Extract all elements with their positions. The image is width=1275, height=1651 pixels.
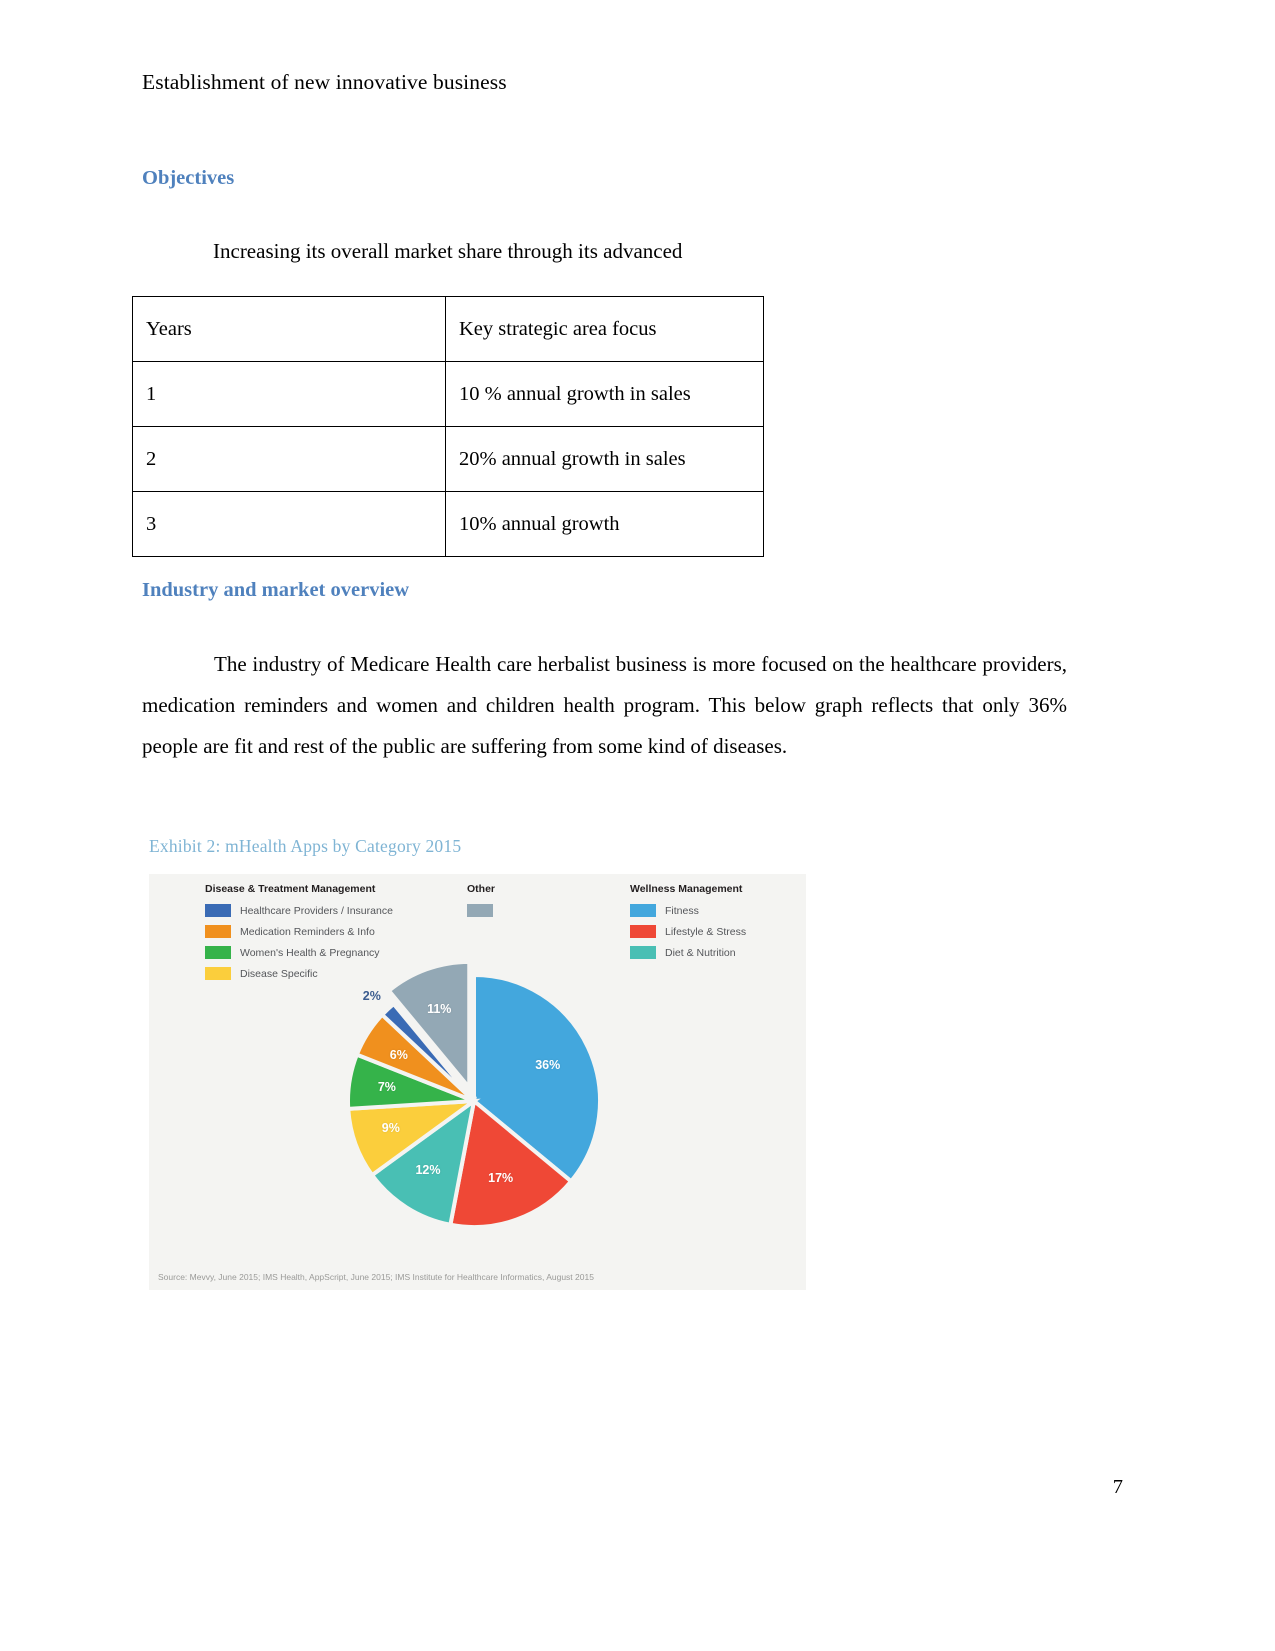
industry-overview-heading: Industry and market overview [142, 579, 410, 601]
pie-slice-label: 11% [427, 1001, 452, 1016]
table-cell-year: 3 [132, 491, 446, 557]
industry-overview-paragraph: The industry of Medicare Health care her… [142, 652, 1067, 758]
table-row: 3 10% annual growth [132, 491, 764, 557]
exhibit-title: Exhibit 2: mHealth Apps by Category 2015 [149, 836, 462, 856]
legend-item-label: Lifestyle & Stress [665, 925, 747, 938]
pie-slice-label: 17% [488, 1171, 514, 1186]
pie-slice-label: 6% [389, 1048, 408, 1063]
page-number: 7 [1112, 1476, 1123, 1498]
objectives-intro-paragraph: Increasing its overall market share thro… [213, 239, 683, 263]
legend-item [467, 904, 502, 917]
chart-source-note: Source: Mevvy, June 2015; IMS Health, Ap… [158, 1272, 594, 1282]
table-cell-year: 1 [132, 361, 446, 427]
legend-group-heading: Wellness Management [630, 883, 743, 895]
document-page: Establishment of new innovative business… [0, 0, 1275, 1651]
legend-item-label: Fitness [665, 904, 699, 917]
legend-color-swatch [205, 967, 231, 980]
table-row: 2 20% annual growth in sales [132, 426, 764, 492]
document-header: Establishment of new innovative business [142, 70, 507, 94]
pie-slice-label: 7% [377, 1079, 396, 1094]
legend-item: Healthcare Providers / Insurance [205, 904, 393, 917]
legend-color-swatch [205, 925, 231, 938]
pie-slice-label: 2% [362, 989, 381, 1004]
pie-slice-label: 36% [535, 1057, 561, 1072]
legend-item: Diet & Nutrition [630, 946, 746, 959]
table-header-cell-focus: Key strategic area focus [445, 296, 764, 362]
legend-color-swatch [467, 904, 493, 917]
table-header-row: Years Key strategic area focus [132, 296, 764, 362]
legend-color-swatch [205, 946, 231, 959]
legend-item: Fitness [630, 904, 746, 917]
legend-color-swatch [630, 925, 656, 938]
legend-color-swatch [205, 904, 231, 917]
table-row: 1 10 % annual growth in sales [132, 361, 764, 427]
objectives-table: Years Key strategic area focus 1 10 % an… [132, 296, 764, 557]
pie-chart-exhibit: Disease & Treatment Management Healthcar… [149, 874, 806, 1290]
legend-item-label: Diet & Nutrition [665, 946, 736, 959]
legend-item-label: Healthcare Providers / Insurance [240, 904, 393, 917]
legend-color-swatch [630, 946, 656, 959]
pie-slice-label: 12% [415, 1163, 441, 1178]
legend-item-label: Medication Reminders & Info [240, 925, 375, 938]
objectives-heading: Objectives [142, 167, 235, 189]
table-cell-focus: 10% annual growth [445, 491, 764, 557]
legend-group-wellness: Wellness Management Fitness Lifestyle & … [630, 883, 746, 967]
table-cell-focus: 20% annual growth in sales [445, 426, 764, 492]
table-cell-year: 2 [132, 426, 446, 492]
table-header-cell-years: Years [132, 296, 446, 362]
pie-slice-label: 9% [381, 1121, 400, 1136]
legend-item-label: Disease Specific [240, 967, 318, 980]
legend-color-swatch [630, 904, 656, 917]
legend-group-other: Other [467, 883, 502, 925]
table-cell-focus: 10 % annual growth in sales [445, 361, 764, 427]
legend-group-heading: Disease & Treatment Management [205, 883, 376, 895]
legend-group-heading: Other [467, 883, 496, 895]
legend-item: Medication Reminders & Info [205, 925, 393, 938]
pie-chart: 36% 17% 12% 9% 7% 6% 2% 11% [324, 956, 624, 1246]
legend-item: Lifestyle & Stress [630, 925, 746, 938]
